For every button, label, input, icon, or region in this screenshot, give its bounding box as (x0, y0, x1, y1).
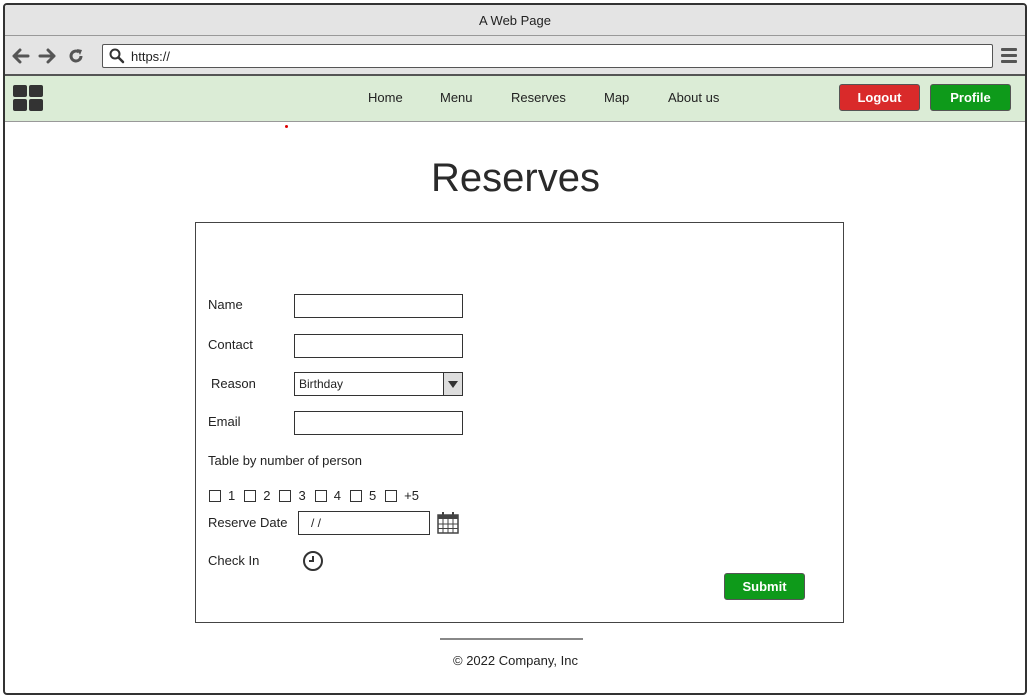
checkbox[interactable] (244, 489, 257, 502)
table-option-5[interactable]: 5 (349, 488, 376, 503)
site-navbar: Home Menu Reserves Map About us Logout P… (5, 76, 1025, 122)
calendar-icon[interactable] (436, 511, 460, 540)
submit-button[interactable]: Submit (724, 573, 805, 600)
checkbox[interactable] (279, 489, 292, 502)
reason-selected-value: Birthday (299, 377, 344, 391)
table-option-2[interactable]: 2 (244, 488, 270, 503)
name-label: Name (208, 297, 243, 312)
reservation-form: Name Contact Reason Birthday Email Table… (195, 222, 844, 623)
table-size-checkboxes: 1 2 3 4 5 +5 (209, 488, 428, 503)
checkbox[interactable] (209, 489, 221, 502)
email-label: Email (208, 414, 241, 429)
nav-link-menu[interactable]: Menu (440, 90, 473, 105)
contact-label: Contact (208, 337, 253, 352)
reason-select[interactable]: Birthday (294, 372, 463, 396)
address-bar: https:// (5, 36, 1025, 76)
dropdown-arrow-icon[interactable] (443, 373, 462, 395)
nav-link-map[interactable]: Map (604, 90, 629, 105)
table-option-5-plus[interactable]: +5 (385, 488, 419, 503)
reserve-date-label: Reserve Date (208, 515, 288, 530)
back-arrow-icon[interactable] (11, 46, 31, 66)
nav-link-home[interactable]: Home (368, 90, 403, 105)
checkbox[interactable] (385, 489, 398, 502)
logout-button[interactable]: Logout (839, 84, 920, 111)
reserve-date-input[interactable]: / / (298, 511, 430, 535)
contact-input[interactable] (294, 334, 463, 358)
profile-button[interactable]: Profile (930, 84, 1011, 111)
table-option-1[interactable]: 1 (209, 488, 235, 503)
checkbox[interactable] (314, 489, 327, 502)
window-title: A Web Page (5, 5, 1025, 36)
table-size-label: Table by number of person (208, 453, 362, 468)
url-field[interactable]: https:// (102, 44, 993, 68)
reason-label: Reason (211, 376, 256, 391)
nav-link-reserves[interactable]: Reserves (511, 90, 566, 105)
footer-copyright: © 2022 Company, Inc (453, 653, 578, 668)
footer-divider (440, 638, 583, 640)
forward-arrow-icon[interactable] (37, 46, 57, 66)
search-icon (109, 48, 125, 64)
page-title: Reserves (431, 156, 600, 200)
name-input[interactable] (294, 294, 463, 318)
table-option-3[interactable]: 3 (279, 488, 306, 503)
email-input[interactable] (294, 411, 463, 435)
refresh-icon[interactable] (66, 46, 86, 66)
checkbox[interactable] (349, 489, 362, 502)
url-text: https:// (131, 48, 171, 64)
check-in-label: Check In (208, 553, 260, 568)
browser-menu-icon[interactable] (1001, 48, 1017, 64)
nav-link-about-us[interactable]: About us (668, 90, 719, 105)
clock-icon[interactable] (302, 550, 324, 577)
red-dot-marker (285, 125, 288, 128)
table-option-4[interactable]: 4 (314, 488, 341, 503)
